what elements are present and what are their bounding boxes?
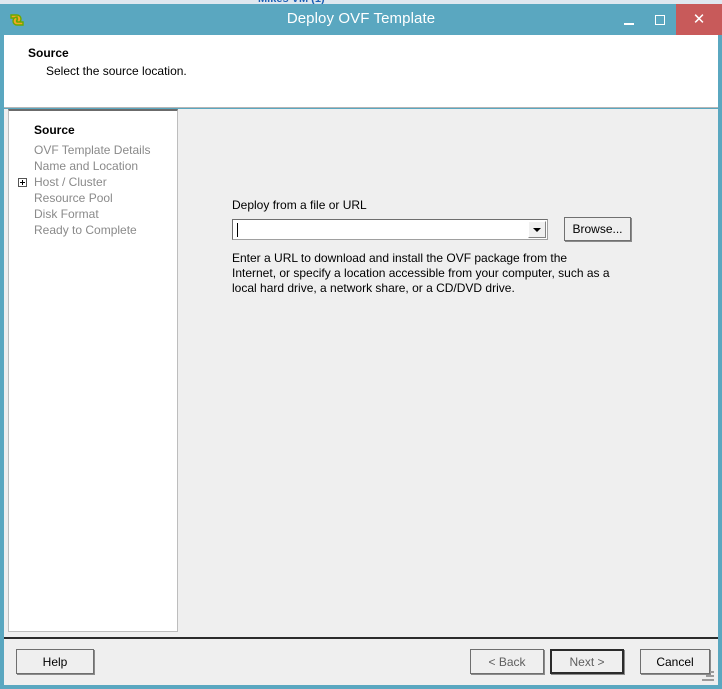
- maximize-icon: [655, 14, 665, 25]
- deploy-from-label: Deploy from a file or URL: [232, 198, 367, 212]
- minimize-button[interactable]: [614, 4, 644, 35]
- source-input[interactable]: [233, 220, 527, 239]
- sidebar-item-label: Resource Pool: [34, 191, 113, 205]
- sidebar-item-resource-pool[interactable]: Resource Pool: [9, 191, 177, 207]
- close-button[interactable]: ✕: [676, 4, 722, 35]
- source-dropdown-button[interactable]: [528, 221, 546, 238]
- expand-plus-icon[interactable]: [18, 178, 27, 187]
- next-button[interactable]: Next >: [550, 649, 624, 674]
- sidebar-item-label: Host / Cluster: [34, 175, 107, 189]
- chevron-down-icon: [533, 227, 541, 232]
- page-title: Source: [28, 46, 69, 60]
- dialog-footer: Help < Back Next > Cancel: [4, 637, 718, 685]
- sidebar-item-label: Name and Location: [34, 159, 139, 173]
- sidebar-item-label: Source: [34, 123, 75, 137]
- source-panel: Deploy from a file or URL Browse... Ente…: [180, 109, 718, 637]
- resize-grip[interactable]: [700, 669, 716, 685]
- sidebar-item-ovf-template-details[interactable]: OVF Template Details: [9, 143, 177, 159]
- minimize-icon: [624, 22, 634, 25]
- sidebar-item-label: Disk Format: [34, 207, 99, 221]
- sidebar-item-name-and-location[interactable]: Name and Location: [9, 159, 177, 175]
- page-header: Source Select the source location.: [4, 35, 718, 108]
- browse-button[interactable]: Browse...: [564, 217, 631, 241]
- help-button[interactable]: Help: [16, 649, 94, 674]
- page-subtitle: Select the source location.: [46, 64, 187, 78]
- sidebar-item-ready-to-complete[interactable]: Ready to Complete: [9, 223, 177, 239]
- deploy-ovf-template-window: Deploy OVF Template ✕ Source Select the …: [0, 4, 722, 689]
- title-bar: Deploy OVF Template ✕: [0, 4, 722, 35]
- sidebar-item-label: OVF Template Details: [34, 143, 151, 157]
- source-help-text: Enter a URL to download and install the …: [232, 251, 610, 295]
- source-combobox[interactable]: [232, 219, 548, 240]
- sidebar-item-disk-format[interactable]: Disk Format: [9, 207, 177, 223]
- back-button[interactable]: < Back: [470, 649, 544, 674]
- dialog-body: Source OVF Template Details Name and Loc…: [4, 109, 718, 637]
- close-icon: ✕: [692, 11, 706, 28]
- maximize-button[interactable]: [645, 4, 675, 35]
- sidebar-item-source[interactable]: Source: [9, 123, 177, 139]
- sidebar-item-label: Ready to Complete: [34, 223, 137, 237]
- wizard-step-list: Source OVF Template Details Name and Loc…: [8, 109, 178, 632]
- sidebar-item-host-cluster[interactable]: Host / Cluster: [9, 175, 177, 191]
